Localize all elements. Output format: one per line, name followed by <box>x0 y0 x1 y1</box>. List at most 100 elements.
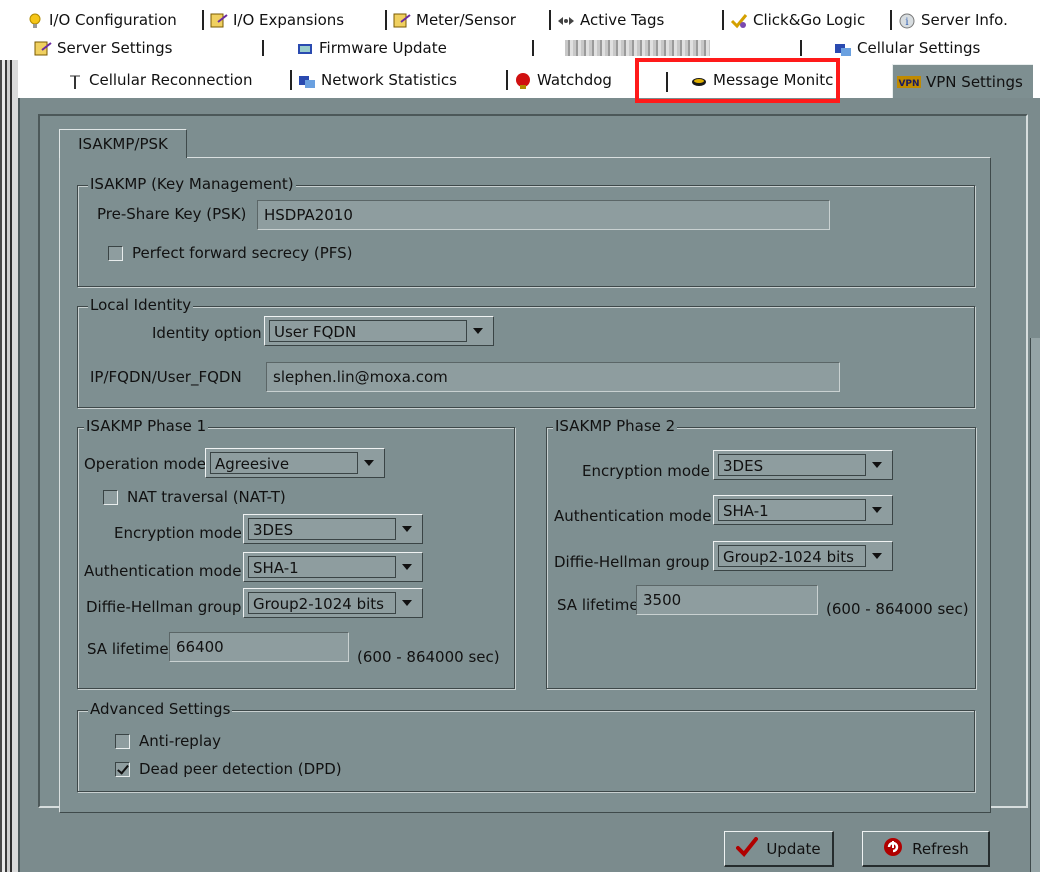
obscured-tab <box>565 40 710 56</box>
identity-option-select[interactable]: User FQDN <box>264 316 494 346</box>
tab-label: Cellular Reconnection <box>89 71 253 89</box>
tab-separator <box>532 40 534 56</box>
info-icon: i <box>898 12 916 29</box>
operation-mode-select[interactable]: Agreesive <box>205 448 385 478</box>
phase2-auth-select[interactable]: SHA-1 <box>713 495 893 525</box>
tab-separator <box>290 70 292 90</box>
tab-watchdog[interactable]: Watchdog <box>506 68 612 92</box>
server-settings-icon <box>34 40 52 56</box>
phase2-sa-range: (600 - 864000 sec) <box>826 600 969 618</box>
phase1-auth-select[interactable]: SHA-1 <box>243 552 423 582</box>
chevron-down-icon <box>396 518 418 540</box>
tab-separator <box>262 40 264 56</box>
phase1-sa-lifetime-input[interactable] <box>169 632 349 662</box>
local-identity-group: Local Identity <box>77 296 975 408</box>
svg-text:i: i <box>905 17 908 28</box>
tab-label: Firmware Update <box>319 39 447 57</box>
dpd-checkbox[interactable] <box>115 762 130 777</box>
nat-traversal-checkbox[interactable] <box>103 490 118 505</box>
tab-io-configuration[interactable]: I/O Configuration <box>26 8 177 32</box>
psk-input[interactable] <box>257 200 830 230</box>
refresh-icon <box>882 836 904 862</box>
tab-separator <box>722 10 724 30</box>
highlight-box <box>635 58 840 103</box>
phase1-encryption-select[interactable]: 3DES <box>243 514 423 544</box>
update-button[interactable]: Update <box>724 831 834 867</box>
tab-separator <box>202 10 204 30</box>
phase2-auth-label: Authentication mode <box>554 507 712 525</box>
phase2-dh-label: Diffie-Hellman group <box>554 553 710 571</box>
tab-label: Click&Go Logic <box>753 11 866 29</box>
phase2-encryption-value: 3DES <box>718 454 866 476</box>
watchdog-icon <box>514 72 532 89</box>
tab-separator <box>506 70 508 90</box>
phase1-dh-value: Group2-1024 bits <box>248 592 396 614</box>
group-legend: Local Identity <box>88 296 194 314</box>
refresh-label: Refresh <box>912 839 969 858</box>
tab-server-info[interactable]: i Server Info. <box>890 8 1008 32</box>
subtab-label: ISAKMP/PSK <box>78 135 168 153</box>
lightbulb-icon <box>26 12 44 28</box>
anti-replay-checkbox[interactable] <box>115 734 130 749</box>
ip-fqdn-input[interactable] <box>266 362 840 392</box>
phase2-dh-select[interactable]: Group2-1024 bits <box>713 541 893 571</box>
pfs-checkbox[interactable] <box>108 246 123 261</box>
anti-replay-label: Anti-replay <box>139 732 222 750</box>
tab-separator <box>549 10 551 30</box>
tab-label: Meter/Sensor <box>416 11 516 29</box>
phase2-encryption-label: Encryption mode <box>582 462 710 480</box>
tab-firmware-update[interactable]: Firmware Update <box>296 38 447 58</box>
phase1-auth-value: SHA-1 <box>248 556 396 578</box>
phase1-auth-label: Authentication mode <box>84 562 242 580</box>
tab-cellular-reconnection[interactable]: Cellular Reconnection <box>66 68 252 92</box>
tab-click-go-logic[interactable]: Click&Go Logic <box>722 8 866 32</box>
tab-meter-sensor[interactable]: Meter/Sensor <box>385 8 516 32</box>
chevron-down-icon <box>866 545 888 567</box>
tab-io-expansions[interactable]: I/O Expansions <box>202 8 345 32</box>
identity-option-label: Identity option <box>152 324 262 342</box>
advanced-settings-group: Advanced Settings <box>77 700 975 792</box>
phase2-sa-lifetime-label: SA lifetime <box>557 596 639 614</box>
window-left-border <box>0 60 18 872</box>
phase2-sa-lifetime-input[interactable] <box>636 585 818 615</box>
chevron-down-icon <box>866 499 888 521</box>
operation-mode-label: Operation mode <box>84 455 206 473</box>
active-tags-icon <box>557 12 575 28</box>
chevron-down-icon <box>467 320 489 342</box>
refresh-button[interactable]: Refresh <box>862 831 990 867</box>
phase2-dh-value: Group2-1024 bits <box>718 545 866 567</box>
psk-label: Pre-Share Key (PSK) <box>97 205 247 223</box>
antenna-icon <box>66 72 84 89</box>
network-icon <box>298 72 316 88</box>
phase1-dh-select[interactable]: Group2-1024 bits <box>243 588 423 618</box>
phase2-encryption-select[interactable]: 3DES <box>713 450 893 480</box>
phase1-sa-range: (600 - 864000 sec) <box>357 648 500 666</box>
chevron-down-icon <box>358 452 380 474</box>
tab-label: Server Info. <box>921 11 1008 29</box>
phase1-dh-label: Diffie-Hellman group <box>86 598 242 616</box>
tab-network-statistics[interactable]: Network Statistics <box>290 68 457 92</box>
group-legend: ISAKMP Phase 1 <box>84 417 209 435</box>
tab-label: I/O Configuration <box>49 11 177 29</box>
tab-label: Server Settings <box>57 39 173 57</box>
group-legend: Advanced Settings <box>88 700 233 718</box>
vpn-icon: VPN <box>897 74 921 90</box>
chevron-down-icon <box>866 454 888 476</box>
window-right-border <box>1030 338 1040 872</box>
tab-cellular-settings[interactable]: Cellular Settings <box>834 38 980 58</box>
phase1-encryption-value: 3DES <box>248 518 396 540</box>
chevron-down-icon <box>396 556 418 578</box>
pfs-label: Perfect forward secrecy (PFS) <box>132 244 353 262</box>
group-legend: ISAKMP Phase 2 <box>553 417 678 435</box>
tab-server-settings[interactable]: Server Settings <box>34 38 172 58</box>
tab-vpn-settings[interactable]: VPN VPN Settings <box>892 64 1033 98</box>
tab-active-tags[interactable]: Active Tags <box>549 8 664 32</box>
tab-label: Watchdog <box>537 71 612 89</box>
phase1-encryption-label: Encryption mode <box>114 524 242 542</box>
meter-icon <box>393 12 411 28</box>
tab-label: I/O Expansions <box>233 11 345 29</box>
tab-isakmp-psk[interactable]: ISAKMP/PSK <box>59 129 187 158</box>
svg-text:VPN: VPN <box>898 79 919 89</box>
update-label: Update <box>766 839 821 858</box>
chevron-down-icon <box>396 592 418 614</box>
